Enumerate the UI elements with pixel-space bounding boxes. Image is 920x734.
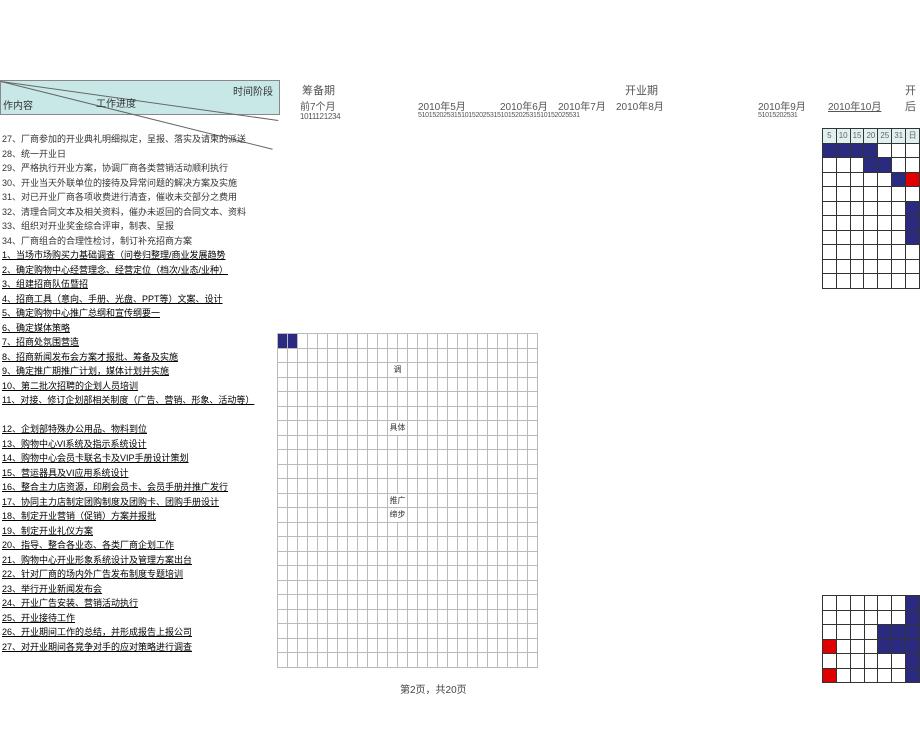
phase-prep: 筹备期 (302, 82, 335, 98)
task-row: 32、清理合同文本及相关资料，催办未返回的合同文本、资料 (0, 205, 280, 220)
task-row: 19、制定开业礼仪方案 (0, 524, 280, 539)
header-diagonal-box: 时间阶段 工作进度 作内容 (0, 80, 280, 115)
task-row: 4、招商工具（意向、手册、光盘、PPT等）文案、设计 (0, 292, 280, 307)
task-row: 15、营运器具及VI应用系统设计 (0, 466, 280, 481)
task-row: 30、开业当天外联单位的接待及异常问题的解决方案及实施 (0, 176, 280, 191)
task-row: 12、企划部特殊办公用品、物料到位 (0, 422, 280, 437)
task-row: 14、购物中心会员卡联名卡及VIP手册设计策划 (0, 451, 280, 466)
task-row: 22、针对厂商的场内外广告发布制度专题培训 (0, 567, 280, 582)
task-row: 25、开业接待工作 (0, 611, 280, 626)
label-oct: 2010年10月 (828, 98, 881, 113)
task-row: 7、招商处氛围营造 (0, 335, 280, 350)
task-row: 20、指导、整合各业态、各类厂商企划工作 (0, 538, 280, 553)
task-row: 3、组建招商队伍暨招 (0, 277, 280, 292)
gantt-grid-left: 调具体推广缔步 (277, 333, 539, 668)
task-row: 27、对开业期间各竞争对手的应对策略进行调查 (0, 640, 280, 655)
task-row: 29、严格执行开业方案，协调厂商各类营销活动顺利执行 (0, 161, 280, 176)
label-work-progress: 工作进度 (96, 95, 136, 110)
task-row: 34、厂商组合的合理性检讨，制订补充招商方案 (0, 234, 280, 249)
task-row: 23、举行开业新闻发布会 (0, 582, 280, 597)
task-row: 5、确定购物中心推广总纲和宣传纲要一 (0, 306, 280, 321)
gantt-grid-right-bottom (822, 595, 920, 683)
label-time-phase: 时间阶段 (233, 83, 273, 98)
task-row: 28、统一开业日 (0, 147, 280, 162)
page-footer: 第2页，共20页 (400, 681, 467, 696)
label-sep: 2010年9月 (758, 98, 806, 113)
task-row: 33、组织对开业奖金综合评审，制表、呈报 (0, 219, 280, 234)
task-row: 31、对已开业厂商各项收费进行清查，催收未交部分之费用 (0, 190, 280, 205)
task-row: 10、第二批次招聘的企划人员培训 (0, 379, 280, 394)
phase-after-1: 开 (905, 82, 916, 98)
task-row: 13、购物中心VI系统及指示系统设计 (0, 437, 280, 452)
gantt-grid-right-top: 51015202531日 (822, 128, 920, 289)
task-row: 11、对接、修订企划部相关制度（广告、营销、形象、活动等） (0, 393, 280, 408)
task-row: 8、招商新闻发布会方案才报批、筹备及实施 (0, 350, 280, 365)
task-row: 2、确定购物中心经营理念、经营定位（档次/业态/业种） (0, 263, 280, 278)
task-row: 27、厂商参加的开业典礼明细拟定，呈报、落实及请柬的派送 (0, 132, 280, 147)
label-work-content: 作内容 (3, 97, 33, 112)
task-row: 9、确定推广期推广计划，媒体计划并实施 (0, 364, 280, 379)
task-list: 27、厂商参加的开业典礼明细拟定，呈报、落实及请柬的派送28、统一开业日29、严… (0, 132, 280, 654)
task-row: 18、制定开业营销（促销）方案并报批 (0, 509, 280, 524)
phase-after-2: 后 (905, 98, 916, 114)
task-row: 16、整合主力店资源，印刷会员卡、会员手册并推广发行 (0, 480, 280, 495)
task-row: 21、购物中心开业形象系统设计及管理方案出台 (0, 553, 280, 568)
task-row: 1、当场市场购买力基础调查（问卷归整理/商业发展趋势 (0, 248, 280, 263)
task-row: 24、开业广告安装、营销活动执行 (0, 596, 280, 611)
task-row: 6、确定媒体策略 (0, 321, 280, 336)
phase-open: 开业期 (625, 82, 658, 98)
task-row (0, 408, 280, 423)
task-row: 17、协同主力店制定团购制度及团购卡、团购手册设计 (0, 495, 280, 510)
task-row: 26、开业期间工作的总结，并形成报告上报公司 (0, 625, 280, 640)
